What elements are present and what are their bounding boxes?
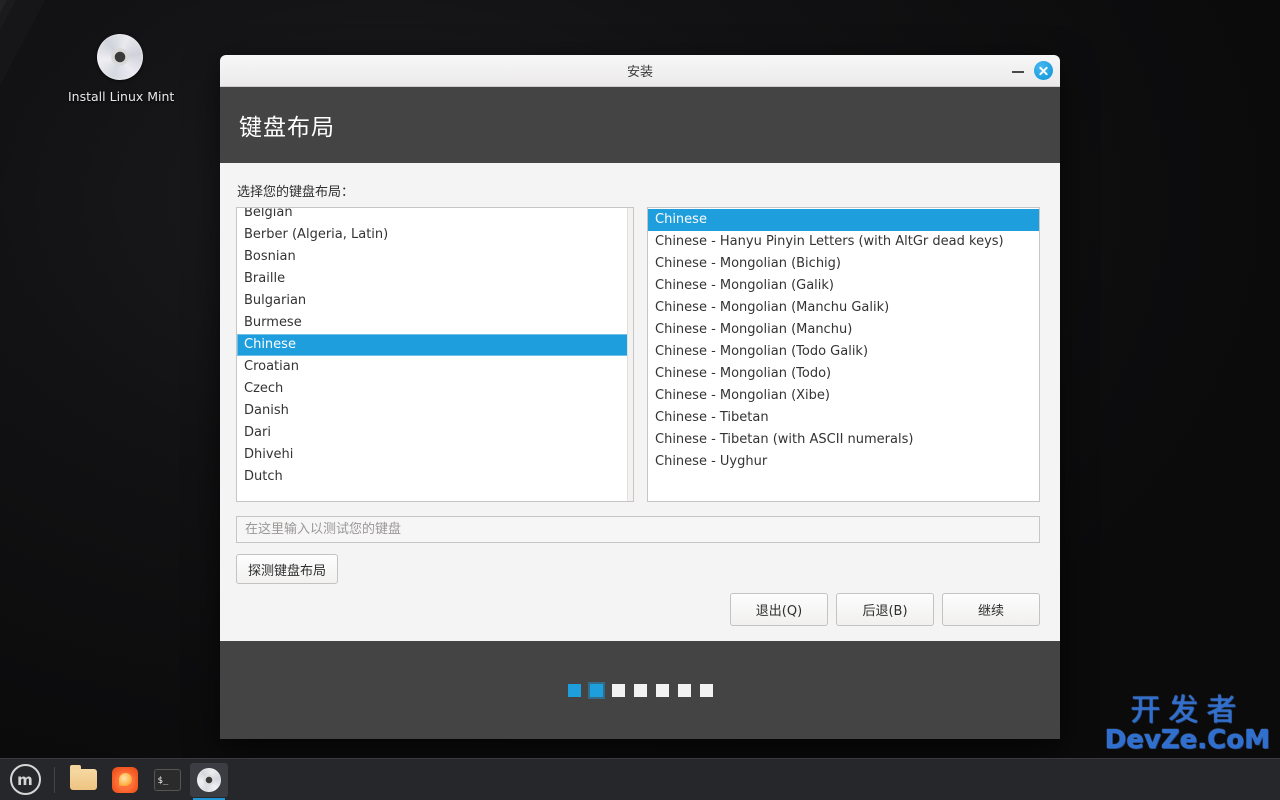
firefox-icon <box>112 766 138 793</box>
keyboard-variant-list[interactable]: Chinese Chinese - Hanyu Pinyin Letters (w… <box>647 207 1040 502</box>
desktop-icon-label: Install Linux Mint <box>68 89 175 104</box>
list-item[interactable]: Croatian <box>237 356 633 378</box>
list-item[interactable]: Bulgarian <box>237 290 633 312</box>
cd-disc-icon <box>97 34 143 80</box>
window-title: 安装 <box>626 65 653 80</box>
list-item[interactable]: Dutch <box>237 466 633 488</box>
list-item[interactable]: Chinese <box>237 334 632 356</box>
step-dot-5[interactable] <box>655 683 669 697</box>
taskbar-installer-button[interactable] <box>190 762 228 800</box>
page-header: 键盘布局 <box>220 87 1060 163</box>
desktop-icon-install-linux-mint[interactable]: Install Linux Mint <box>68 34 175 104</box>
desktop: Install Linux Mint 安装 键盘布局 选择您的键盘布局： Bel… <box>0 0 1280 800</box>
step-dot-7[interactable] <box>699 683 713 697</box>
keyboard-test-input[interactable] <box>236 516 1040 543</box>
list-item[interactable]: Chinese - Mongolian (Bichig) <box>648 253 1039 275</box>
list-item[interactable]: Chinese - Mongolian (Galik) <box>648 275 1039 297</box>
step-dot-2[interactable] <box>589 683 603 697</box>
step-dot-6[interactable] <box>677 683 691 697</box>
content-area: 选择您的键盘布局： Belgian Berber (Algeria, Latin)… <box>220 163 1060 641</box>
installer-window: 安装 键盘布局 选择您的键盘布局： Belgian Berber (Algeria… <box>220 55 1060 739</box>
keyboard-lists-row: Belgian Berber (Algeria, Latin) Bosnian Bra… <box>236 207 1040 502</box>
step-indicator <box>567 683 713 697</box>
section-label: 选择您的键盘布局： <box>237 185 355 200</box>
list-item[interactable]: Chinese - Uyghur <box>648 451 1039 473</box>
watermark-en: DevZe.CoM <box>1104 724 1270 755</box>
list-item[interactable]: Czech <box>237 378 633 400</box>
list-item[interactable]: Bosnian <box>237 246 633 268</box>
close-icon[interactable] <box>1034 61 1053 80</box>
window-controls <box>1011 55 1053 86</box>
minimize-icon[interactable] <box>1011 64 1025 78</box>
mint-logo-icon: m <box>9 764 41 795</box>
mint-menu-button[interactable]: m <box>6 763 44 797</box>
list-item[interactable]: Dari <box>237 422 633 444</box>
taskbar: m $_ <box>0 758 1280 800</box>
list-item[interactable]: Danish <box>237 400 633 422</box>
detect-keyboard-layout-button[interactable]: 探测键盘布局 <box>236 554 339 584</box>
list-item[interactable]: Chinese - Tibetan (with ASCII numerals) <box>648 429 1039 451</box>
list-item[interactable]: Chinese <box>648 209 1039 231</box>
list-item[interactable]: Chinese - Mongolian (Todo) <box>648 363 1039 385</box>
list-item[interactable]: Berber (Algeria, Latin) <box>237 224 633 246</box>
quit-button[interactable]: 退出(Q) <box>730 593 828 626</box>
list-item[interactable]: Chinese - Mongolian (Manchu Galik) <box>648 297 1039 319</box>
list-item[interactable]: Belgian <box>237 208 633 224</box>
list-item[interactable]: Chinese - Mongolian (Xibe) <box>648 385 1039 407</box>
action-buttons: 退出(Q) 后退(B) 继续 <box>236 593 1040 626</box>
watermark-cn: 开发者 <box>1130 693 1245 729</box>
taskbar-firefox-button[interactable] <box>106 763 144 797</box>
step-dot-1[interactable] <box>567 683 581 697</box>
keyboard-layout-list-items: Belgian Berber (Algeria, Latin) Bosnian Bra… <box>237 208 633 488</box>
list-item[interactable]: Chinese - Mongolian (Manchu) <box>648 319 1039 341</box>
step-dot-4[interactable] <box>633 683 647 697</box>
window-footer <box>220 641 1060 739</box>
watermark: 开发者 DevZe.CoM <box>1105 695 1270 754</box>
taskbar-files-button[interactable] <box>64 763 102 797</box>
list-item[interactable]: Dhivehi <box>237 444 633 466</box>
list-item[interactable]: Burmese <box>237 312 633 334</box>
taskbar-separator <box>54 766 55 793</box>
back-button[interactable]: 后退(B) <box>836 593 934 626</box>
cd-disc-icon <box>197 767 221 792</box>
layout-list-scrollbar[interactable] <box>627 208 633 501</box>
page-title: 键盘布局 <box>239 115 335 141</box>
list-item[interactable]: Braille <box>237 268 633 290</box>
list-item[interactable]: Chinese - Tibetan <box>648 407 1039 429</box>
terminal-icon: $_ <box>153 768 181 791</box>
list-item[interactable]: Chinese - Hanyu Pinyin Letters (with Alt… <box>648 231 1039 253</box>
list-item[interactable]: Chinese - Mongolian (Todo Galik) <box>648 341 1039 363</box>
taskbar-terminal-button[interactable]: $_ <box>148 763 186 797</box>
keyboard-layout-list[interactable]: Belgian Berber (Algeria, Latin) Bosnian Bra… <box>236 207 634 502</box>
keyboard-variant-list-items: Chinese Chinese - Hanyu Pinyin Letters (w… <box>648 208 1039 473</box>
continue-button[interactable]: 继续 <box>942 593 1040 626</box>
step-dot-3[interactable] <box>611 683 625 697</box>
folder-icon <box>69 765 97 790</box>
window-titlebar[interactable]: 安装 <box>220 55 1060 87</box>
